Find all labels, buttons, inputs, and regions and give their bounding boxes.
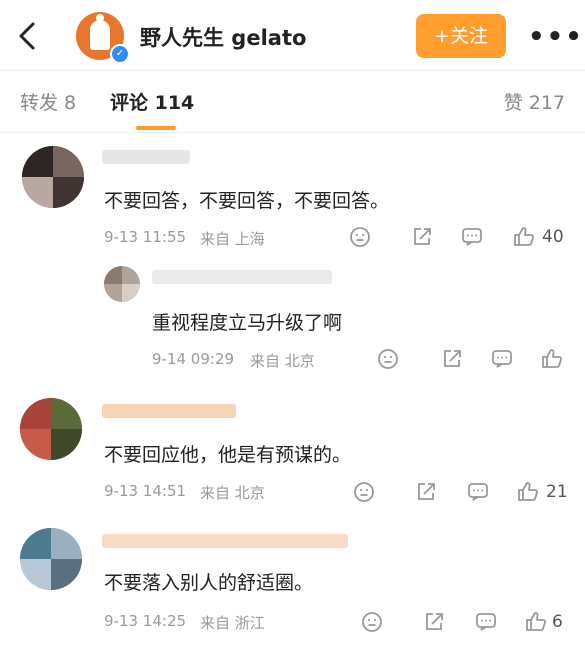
share-button[interactable]: [440, 347, 464, 371]
emoji-icon: [354, 482, 374, 502]
comment-time: 9-14 09:29: [152, 350, 235, 368]
comment-text: 重视程度立马升级了啊: [152, 312, 343, 334]
comment-location: 来自 上海: [200, 230, 265, 248]
share-icon: [426, 613, 443, 630]
like-count: 21: [546, 482, 568, 502]
more-options-button[interactable]: •••: [528, 22, 584, 52]
emoji-icon: [362, 612, 382, 632]
avatar[interactable]: [22, 146, 84, 208]
like-count: 6: [552, 612, 563, 632]
emoji-button[interactable]: [376, 347, 400, 371]
comment-text: 不要回应他，他是有预谋的。: [104, 444, 352, 466]
like-button[interactable]: [516, 480, 540, 504]
like-icon: [526, 612, 547, 631]
share-button[interactable]: [410, 225, 434, 249]
comment-icon: [492, 350, 512, 368]
follow-button[interactable]: +关注: [416, 14, 506, 58]
comment-button[interactable]: [466, 480, 490, 504]
comment-text: 不要回答，不要回答，不要回答。: [104, 190, 390, 212]
top-bar: ✓ 野人先生 gelato +关注 •••: [0, 0, 585, 70]
comment-time: 9-13 14:25: [104, 612, 187, 630]
username-blurred[interactable]: [102, 534, 348, 548]
comment-time: 9-13 14:51: [104, 482, 187, 500]
emoji-button[interactable]: [348, 225, 372, 249]
share-button[interactable]: [422, 610, 446, 634]
active-tab-indicator: [136, 126, 176, 130]
emoji-button[interactable]: [352, 480, 376, 504]
comment-location: 来自 浙江: [200, 614, 265, 632]
account-name[interactable]: 野人先生 gelato: [140, 22, 306, 52]
emoji-icon: [378, 349, 398, 369]
tab-bar: 转发 8 评论 114 赞 217: [0, 70, 585, 132]
like-button[interactable]: [540, 347, 564, 371]
username-blurred[interactable]: [102, 150, 190, 164]
comment-button[interactable]: [474, 610, 498, 634]
chevron-left-icon: [19, 22, 35, 50]
like-icon: [542, 349, 563, 368]
avatar[interactable]: [20, 398, 82, 460]
emoji-icon: [350, 227, 370, 247]
comment-icon: [476, 613, 496, 631]
tab-repost[interactable]: 转发 8: [20, 88, 76, 115]
username-blurred[interactable]: [102, 404, 236, 418]
like-button[interactable]: [512, 225, 536, 249]
share-icon: [444, 350, 461, 367]
share-icon: [418, 483, 435, 500]
tabs-divider: [0, 132, 585, 133]
tab-comment[interactable]: 评论 114: [110, 88, 194, 115]
comment-location: 来自 北京: [200, 484, 265, 502]
avatar[interactable]: [104, 266, 140, 302]
like-count: 40: [542, 227, 564, 247]
comment-button[interactable]: [490, 347, 514, 371]
comment-text: 不要落入别人的舒适圈。: [104, 572, 314, 594]
share-icon: [414, 228, 431, 245]
like-icon: [518, 482, 539, 501]
comment-button[interactable]: [460, 225, 484, 249]
comment-time: 9-13 11:55: [104, 228, 187, 246]
emoji-button[interactable]: [360, 610, 384, 634]
avatar[interactable]: [20, 528, 82, 590]
tab-like[interactable]: 赞 217: [504, 88, 565, 115]
share-button[interactable]: [414, 480, 438, 504]
like-icon: [514, 227, 535, 246]
back-button[interactable]: [14, 20, 42, 52]
comment-location: 来自 北京: [250, 352, 315, 370]
verified-badge-icon: ✓: [110, 44, 130, 64]
comment-icon: [462, 228, 482, 246]
comment-icon: [468, 483, 488, 501]
username-blurred[interactable]: [152, 270, 332, 284]
like-button[interactable]: [524, 610, 548, 634]
